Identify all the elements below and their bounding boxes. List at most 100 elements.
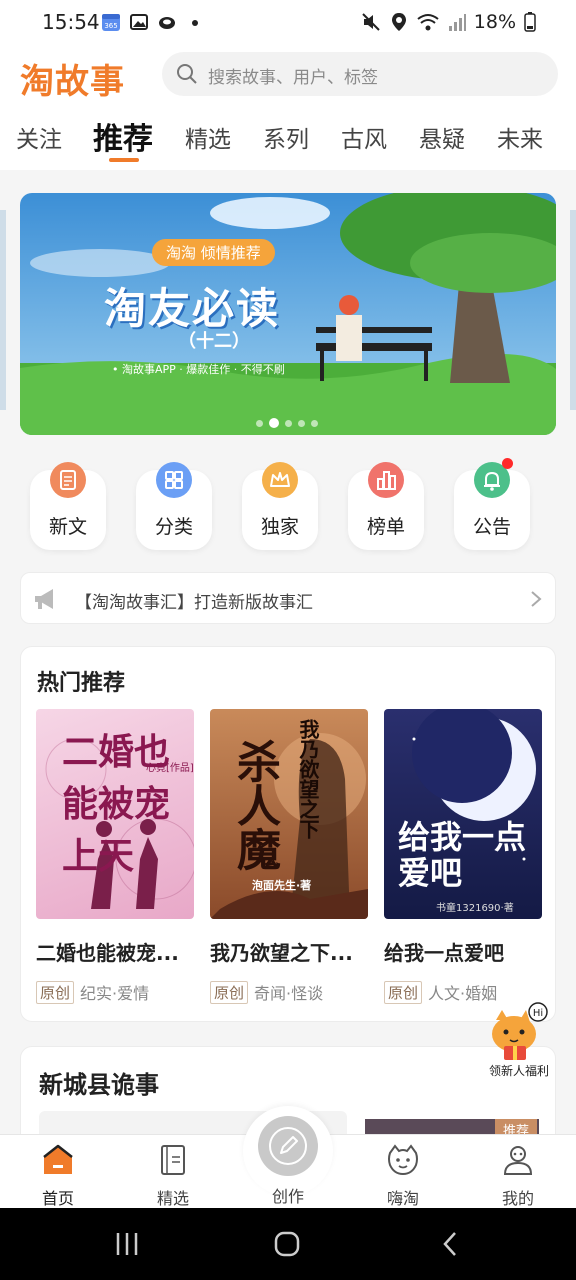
- location-icon: [391, 13, 406, 31]
- cat-face-icon: [388, 1144, 418, 1176]
- tab-follow[interactable]: 关注: [16, 120, 62, 154]
- create-label: 创作: [271, 1187, 304, 1206]
- crown-icon: [262, 462, 298, 498]
- page-dot: [256, 419, 263, 427]
- profile-icon: [503, 1146, 533, 1175]
- quick-exclusive[interactable]: 独家: [242, 462, 318, 550]
- banner-peek-left: [0, 210, 6, 410]
- quick-label: 分类: [154, 516, 193, 538]
- hot-section: 热门推荐 二婚也能被宠上天 心竟[作品] 二婚也能被宠... 原创 纪实·爱情: [20, 646, 556, 1022]
- svg-text:365: 365: [104, 22, 117, 30]
- book-cover: 给我一点爱吧 书童1321690·著: [384, 709, 542, 919]
- cover-author: 泡面先生·著: [252, 879, 312, 892]
- unread-dot: [502, 458, 513, 469]
- cover-title: 给我一点爱吧: [398, 818, 527, 892]
- active-tab-indicator: [109, 158, 139, 162]
- cloud-icon: [157, 12, 177, 32]
- status-bar: 15:54 365 18%: [0, 0, 576, 48]
- book-card[interactable]: 二婚也能被宠上天 心竟[作品] 二婚也能被宠... 原创 纪实·爱情: [36, 709, 194, 1004]
- tab-series[interactable]: 系列: [263, 120, 309, 154]
- original-badge: 原创: [36, 980, 75, 1004]
- app-header: 淘故事 搜索故事、用户、标签 关注 推荐 精选 系列 古风 悬疑 未来: [0, 48, 576, 170]
- book-genre: 纪实·爱情: [80, 984, 150, 1003]
- chevron-right-icon: [531, 591, 542, 607]
- cover-author: 心竟[作品]: [146, 763, 194, 774]
- banner-subtitle: （十二）: [178, 331, 250, 352]
- section-title: 新城县诡事: [39, 1071, 159, 1099]
- back-icon[interactable]: [440, 1230, 460, 1258]
- section-title: 热门推荐: [37, 671, 126, 696]
- home-icon: [43, 1144, 73, 1174]
- original-badge: 原创: [210, 980, 249, 1004]
- book-genre: 奇闻·怪谈: [254, 984, 324, 1003]
- system-icons: 18%: [360, 11, 536, 33]
- search-icon: [177, 64, 197, 84]
- bar-chart-icon: [368, 462, 404, 498]
- nav-profile[interactable]: 我的: [478, 1143, 558, 1209]
- promo-banner[interactable]: 淘淘 倾情推荐 淘友必读 （十二） • 淘故事APP · 爆款佳作 · 不得不刷: [20, 193, 556, 435]
- banner-tag: 淘淘 倾情推荐: [152, 239, 275, 266]
- nav-featured[interactable]: 精选: [133, 1143, 213, 1209]
- cover-author: 书童1321690·著: [436, 903, 514, 914]
- mute-icon: [362, 13, 380, 31]
- cover-title: 杀人魔: [229, 739, 280, 871]
- system-nav-bar: [0, 1208, 576, 1280]
- page-dot-active: [269, 418, 279, 428]
- logo-text: 淘故事: [20, 62, 125, 102]
- signal-icon: [448, 14, 466, 31]
- document-icon: [50, 462, 86, 498]
- cat-mascot-icon: Hi: [492, 1002, 548, 1060]
- megaphone-icon: [35, 589, 53, 609]
- quick-label: 公告: [472, 516, 511, 538]
- page-dot: [311, 419, 318, 427]
- tab-recommend[interactable]: 推荐: [93, 114, 153, 158]
- battery-icon: [524, 12, 536, 32]
- book-genre: 人文·婚姻: [428, 984, 498, 1003]
- book-cover: 二婚也能被宠上天 心竟[作品]: [36, 709, 194, 919]
- nav-home[interactable]: 首页: [18, 1143, 98, 1209]
- book-meta: 原创 纪实·爱情: [36, 980, 194, 1004]
- notification-icons: 365: [101, 12, 205, 32]
- image-icon: [129, 12, 149, 32]
- nav-label: 精选: [156, 1189, 189, 1208]
- grid-icon: [156, 462, 192, 498]
- quick-announcement[interactable]: 公告: [454, 458, 530, 550]
- notice-text: 【淘淘故事汇】打造新版故事汇: [75, 593, 313, 613]
- hi-text: Hi: [533, 1008, 543, 1019]
- page-dot: [285, 419, 292, 427]
- quick-label: 榜单: [366, 516, 405, 538]
- book-meta: 原创 奇闻·怪谈: [210, 980, 368, 1004]
- tab-suspense[interactable]: 悬疑: [419, 120, 465, 154]
- tab-ancient[interactable]: 古风: [341, 120, 387, 154]
- notice-bar[interactable]: 【淘淘故事汇】打造新版故事汇: [20, 572, 556, 624]
- page-dot: [298, 419, 305, 427]
- book-meta: 原创 人文·婚姻: [384, 980, 542, 1004]
- book-title: 给我一点爱吧: [384, 941, 504, 965]
- dot-icon: [185, 12, 205, 32]
- quick-category[interactable]: 分类: [136, 462, 212, 550]
- cover-title: 二婚也能被宠上天: [62, 732, 171, 877]
- newbie-reward-badge[interactable]: Hi 领新人福利: [484, 1002, 550, 1078]
- tab-featured[interactable]: 精选: [185, 120, 231, 154]
- nav-label: 我的: [501, 1189, 534, 1208]
- quick-new[interactable]: 新文: [30, 462, 106, 550]
- banner-note: • 淘故事APP · 爆款佳作 · 不得不刷: [112, 363, 285, 376]
- category-tabs: 关注 推荐 精选 系列 古风 悬疑 未来: [0, 114, 576, 162]
- book-card[interactable]: 给我一点爱吧 书童1321690·著 给我一点爱吧 原创 人文·婚姻: [384, 709, 542, 1004]
- pen-icon: [258, 1116, 318, 1176]
- wifi-icon: [417, 14, 439, 31]
- nav-hitao[interactable]: 嗨淘: [363, 1143, 443, 1209]
- search-bar[interactable]: 搜索故事、用户、标签: [162, 52, 558, 96]
- tab-future[interactable]: 未来: [497, 120, 543, 154]
- book-title: 二婚也能被宠...: [36, 941, 179, 965]
- quick-ranking[interactable]: 榜单: [348, 462, 424, 550]
- banner-page-dots: [256, 418, 318, 428]
- recent-apps-icon[interactable]: [114, 1230, 140, 1258]
- nav-label: 嗨淘: [386, 1189, 419, 1208]
- home-button-icon[interactable]: [273, 1230, 303, 1260]
- nav-label: 首页: [41, 1189, 74, 1208]
- reward-label: 领新人福利: [488, 1064, 549, 1078]
- search-placeholder: 搜索故事、用户、标签: [208, 68, 378, 88]
- book-card[interactable]: 杀人魔 我乃欲望之下 泡面先生·著 我乃欲望之下... 原创 奇闻·怪谈: [210, 709, 368, 1004]
- notebook-icon: [161, 1145, 185, 1175]
